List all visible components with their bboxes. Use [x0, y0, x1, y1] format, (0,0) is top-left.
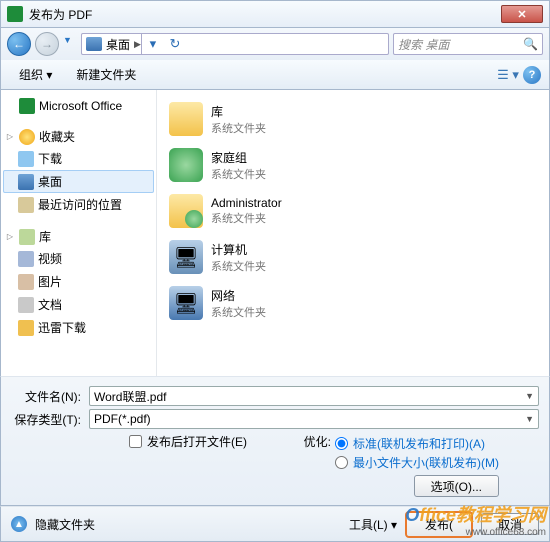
save-options: 文件名(N): Word联盟.pdf ▼ 保存类型(T): PDF(*.pdf)…	[0, 376, 550, 506]
open-after-checkbox[interactable]: 发布后打开文件(E)	[129, 433, 301, 450]
optimize-label: 优化:	[301, 433, 335, 450]
item-network[interactable]: 🖥 网络 系统文件夹	[165, 282, 541, 324]
homegroup-icon	[169, 148, 203, 182]
nav-downloads[interactable]: 下载	[3, 147, 154, 170]
tools-button[interactable]: 工具(L) ▾	[349, 516, 397, 533]
close-button[interactable]: ✕	[501, 5, 543, 23]
nav-pictures[interactable]: 图片	[3, 270, 154, 293]
nav-recent[interactable]: 最近访问的位置	[3, 193, 154, 216]
item-computer[interactable]: 🖥 计算机 系统文件夹	[165, 236, 541, 278]
nav-videos[interactable]: 视频	[3, 247, 154, 270]
nav-history-dropdown[interactable]: ▼	[63, 35, 77, 53]
savetype-label: 保存类型(T):	[11, 411, 89, 428]
address-bar: ← → ▼ 桌面 ▶ ▾ ↻ 搜索 桌面 🔍	[0, 28, 550, 60]
hide-folders-link[interactable]: 隐藏文件夹	[35, 516, 95, 533]
nav-libraries[interactable]: ▷ 库	[3, 226, 154, 247]
breadcrumb-dropdown[interactable]: ▾	[142, 33, 164, 55]
chevron-down-icon[interactable]: ▼	[525, 414, 534, 424]
chevron-right-icon[interactable]: ▶	[134, 39, 141, 50]
search-icon: 🔍	[523, 37, 538, 51]
organize-button[interactable]: 组织 ▾	[9, 63, 62, 86]
collapse-icon[interactable]: ▲	[11, 516, 27, 532]
optimize-standard-radio[interactable]: 标准(联机发布和打印)(A)	[335, 435, 539, 452]
content-pane: 库 系统文件夹 家庭组 系统文件夹 Administrator 系统文件夹 🖥 …	[157, 90, 549, 376]
item-homegroup[interactable]: 家庭组 系统文件夹	[165, 144, 541, 186]
options-button[interactable]: 选项(O)...	[414, 475, 499, 497]
refresh-button[interactable]: ↻	[164, 33, 186, 55]
user-folder-icon	[169, 194, 203, 228]
optimize-minimum-radio[interactable]: 最小文件大小(联机发布)(M)	[335, 454, 539, 471]
item-administrator[interactable]: Administrator 系统文件夹	[165, 190, 541, 232]
search-placeholder: 搜索 桌面	[398, 36, 449, 53]
toolbar: 组织 ▾ 新建文件夹 ☰ ▾ ?	[0, 60, 550, 90]
cancel-button[interactable]: 取消	[481, 513, 539, 535]
view-button[interactable]: ☰ ▾	[497, 65, 519, 85]
location-icon	[86, 37, 102, 51]
breadcrumb[interactable]: 桌面 ▶ ▾ ↻	[81, 33, 389, 55]
new-folder-button[interactable]: 新建文件夹	[66, 63, 146, 86]
computer-icon: 🖥	[169, 240, 203, 274]
publish-button[interactable]: 发布(	[405, 511, 473, 538]
filename-label: 文件名(N):	[11, 388, 89, 405]
window-title: 发布为 PDF	[29, 6, 501, 23]
filename-input[interactable]: Word联盟.pdf ▼	[89, 386, 539, 406]
help-button[interactable]: ?	[523, 66, 541, 84]
nav-thunder[interactable]: 迅雷下载	[3, 316, 154, 339]
action-bar: ▲ 隐藏文件夹 工具(L) ▾ 发布( 取消	[0, 506, 550, 542]
savetype-select[interactable]: PDF(*.pdf) ▼	[89, 409, 539, 429]
main-area: Microsoft Office ▷ 收藏夹 下载 桌面 最近访问的位置 ▷ 库	[0, 90, 550, 376]
nav-pane: Microsoft Office ▷ 收藏夹 下载 桌面 最近访问的位置 ▷ 库	[1, 90, 157, 376]
nav-favorites[interactable]: ▷ 收藏夹	[3, 126, 154, 147]
item-library[interactable]: 库 系统文件夹	[165, 98, 541, 140]
nav-documents[interactable]: 文档	[3, 293, 154, 316]
app-icon	[7, 6, 23, 22]
forward-button[interactable]: →	[35, 32, 59, 56]
back-button[interactable]: ←	[7, 32, 31, 56]
network-icon: 🖥	[169, 286, 203, 320]
folder-icon	[169, 102, 203, 136]
nav-desktop[interactable]: 桌面	[3, 170, 154, 193]
nav-ms-office[interactable]: Microsoft Office	[3, 96, 154, 116]
title-bar: 发布为 PDF ✕	[0, 0, 550, 28]
search-input[interactable]: 搜索 桌面 🔍	[393, 33, 543, 55]
chevron-down-icon[interactable]: ▼	[525, 391, 534, 401]
breadcrumb-location: 桌面	[106, 36, 130, 53]
